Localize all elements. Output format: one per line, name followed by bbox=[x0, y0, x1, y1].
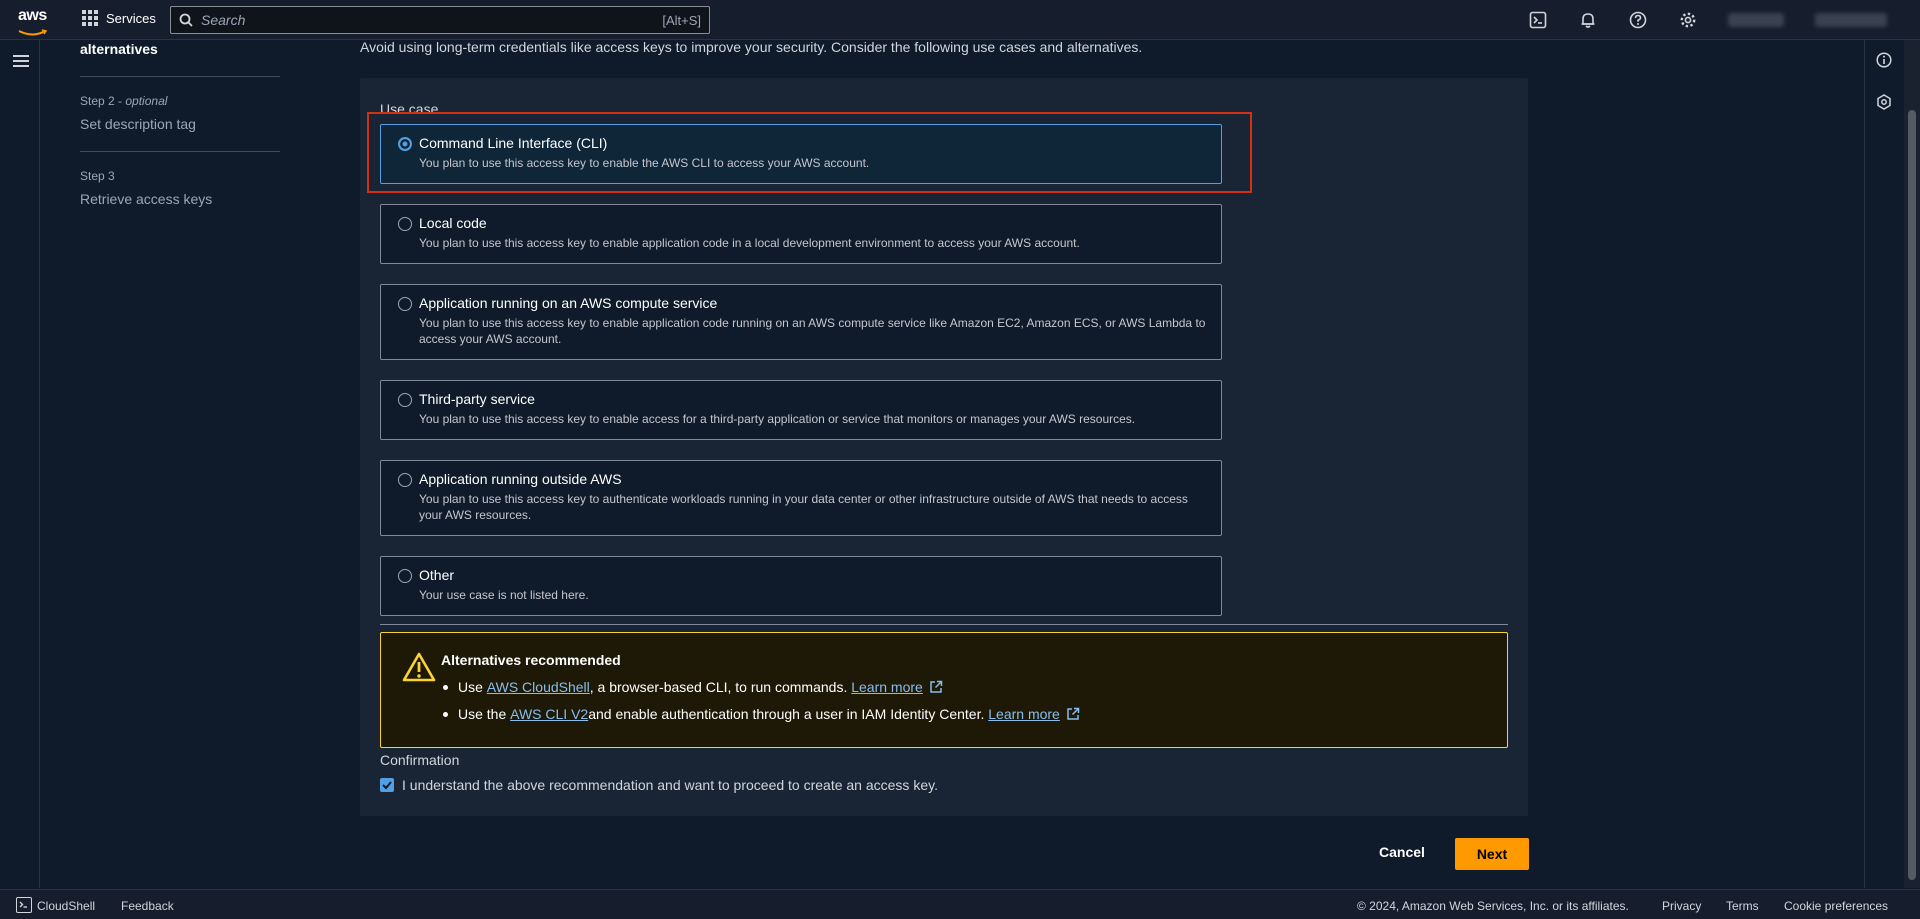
step-2-label: Step 2 - optional bbox=[80, 94, 168, 108]
aws-cli-v2-link[interactable]: AWS CLI V2 bbox=[510, 706, 588, 722]
use-case-option-aws-compute[interactable]: Application running on an AWS compute se… bbox=[380, 284, 1222, 360]
top-navigation: aws Services [Alt+S] bbox=[0, 0, 1920, 40]
option-description: You plan to use this access key to enabl… bbox=[419, 236, 1080, 250]
search-icon bbox=[179, 13, 193, 27]
feedback-link[interactable]: Feedback bbox=[121, 899, 174, 913]
alternatives-alert: Alternatives recommended Use AWS CloudSh… bbox=[380, 632, 1508, 748]
cloudshell-icon[interactable] bbox=[16, 897, 32, 913]
use-case-option-outside-aws[interactable]: Application running outside AWS You plan… bbox=[380, 460, 1222, 536]
step-divider bbox=[80, 76, 280, 77]
option-description: You plan to use this access key to authe… bbox=[419, 492, 1188, 522]
confirmation-text[interactable]: I understand the above recommendation an… bbox=[402, 777, 938, 793]
next-button[interactable]: Next bbox=[1455, 838, 1529, 870]
selection-highlight bbox=[367, 112, 1252, 193]
radio-button[interactable] bbox=[398, 473, 412, 487]
search-input[interactable] bbox=[201, 12, 663, 28]
external-link-icon bbox=[930, 680, 943, 693]
external-link-icon bbox=[1067, 707, 1080, 720]
services-label: Services bbox=[106, 10, 156, 26]
help-icon[interactable] bbox=[1628, 10, 1648, 30]
menu-icon[interactable] bbox=[13, 55, 29, 69]
learn-more-link[interactable]: Learn more bbox=[988, 706, 1060, 722]
use-case-option-third-party[interactable]: Third-party service You plan to use this… bbox=[380, 380, 1222, 440]
confirmation-label: Confirmation bbox=[380, 752, 460, 768]
step-3-title[interactable]: Retrieve access keys bbox=[80, 191, 212, 207]
step-1-title: alternatives bbox=[80, 41, 158, 57]
account-menu[interactable] bbox=[1815, 13, 1887, 27]
section-divider bbox=[380, 624, 1508, 625]
radio-button[interactable] bbox=[398, 297, 412, 311]
option-title: Application running on an AWS compute se… bbox=[419, 295, 718, 311]
checkmark-icon bbox=[382, 781, 392, 790]
cloudshell-icon[interactable] bbox=[1528, 10, 1548, 30]
side-navigation-rail bbox=[0, 40, 40, 888]
use-case-option-other[interactable]: Other Your use case is not listed here. bbox=[380, 556, 1222, 616]
aws-smile-icon bbox=[18, 29, 48, 36]
cancel-button[interactable]: Cancel bbox=[1368, 838, 1436, 866]
radio-button[interactable] bbox=[398, 569, 412, 583]
warning-icon bbox=[402, 652, 436, 682]
alert-item-cli-v2: Use the AWS CLI V2 and enable authentica… bbox=[443, 706, 1080, 722]
option-description: You plan to use this access key to enabl… bbox=[419, 316, 1206, 346]
info-icon[interactable] bbox=[1876, 52, 1892, 73]
step-3-label: Step 3 bbox=[80, 169, 115, 183]
cloudshell-link[interactable]: CloudShell bbox=[37, 899, 95, 913]
intro-text: Avoid using long-term credentials like a… bbox=[360, 39, 1143, 55]
option-title: Local code bbox=[419, 215, 487, 231]
confirmation-checkbox[interactable] bbox=[380, 778, 394, 792]
radio-button[interactable] bbox=[398, 217, 412, 231]
option-title: Application running outside AWS bbox=[419, 471, 622, 487]
option-description: Your use case is not listed here. bbox=[419, 588, 589, 602]
settings-gear-icon[interactable] bbox=[1678, 10, 1698, 30]
notifications-bell-icon[interactable] bbox=[1578, 10, 1598, 30]
alert-title: Alternatives recommended bbox=[441, 652, 621, 668]
step-2-title[interactable]: Set description tag bbox=[80, 116, 196, 132]
option-title: Third-party service bbox=[419, 391, 535, 407]
search-shortcut: [Alt+S] bbox=[662, 12, 701, 28]
copyright-text: © 2024, Amazon Web Services, Inc. or its… bbox=[1357, 899, 1629, 913]
region-selector[interactable] bbox=[1728, 13, 1784, 27]
aws-cloudshell-link[interactable]: AWS CloudShell bbox=[487, 679, 590, 695]
hexagon-settings-icon[interactable] bbox=[1876, 94, 1892, 115]
alert-item-cloudshell: Use AWS CloudShell, a browser-based CLI,… bbox=[443, 679, 943, 695]
services-menu-button[interactable]: Services bbox=[82, 10, 156, 26]
radio-button[interactable] bbox=[398, 393, 412, 407]
aws-logo[interactable]: aws bbox=[18, 7, 50, 36]
learn-more-link[interactable]: Learn more bbox=[851, 679, 923, 695]
aws-logo-text: aws bbox=[18, 7, 47, 24]
option-description: You plan to use this access key to enabl… bbox=[419, 412, 1136, 426]
step-divider bbox=[80, 151, 280, 152]
search-bar[interactable]: [Alt+S] bbox=[170, 6, 710, 34]
tools-rail bbox=[1864, 40, 1904, 888]
grid-icon bbox=[82, 10, 98, 26]
privacy-link[interactable]: Privacy bbox=[1662, 899, 1701, 913]
option-title: Other bbox=[419, 567, 455, 583]
footer: CloudShell Feedback © 2024, Amazon Web S… bbox=[0, 889, 1920, 919]
cookie-preferences-link[interactable]: Cookie preferences bbox=[1784, 899, 1888, 913]
use-case-option-local-code[interactable]: Local code You plan to use this access k… bbox=[380, 204, 1222, 264]
scrollbar-thumb[interactable] bbox=[1908, 110, 1916, 880]
terms-link[interactable]: Terms bbox=[1726, 899, 1759, 913]
